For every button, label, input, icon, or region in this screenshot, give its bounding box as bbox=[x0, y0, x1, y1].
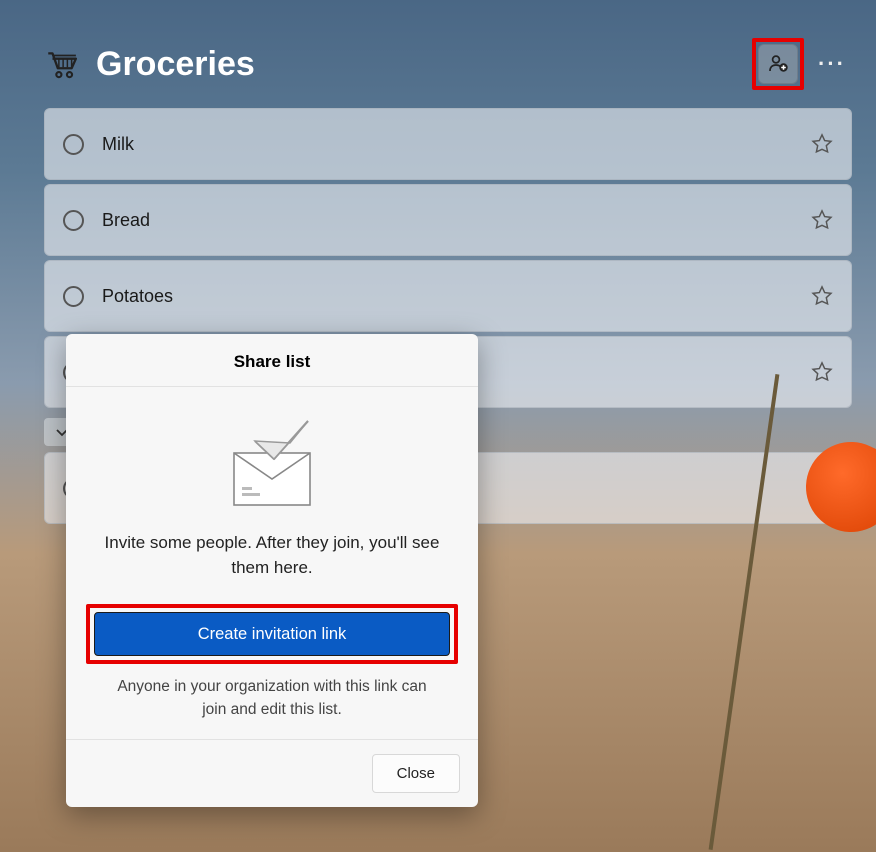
create-invitation-link-button[interactable]: Create invitation link bbox=[94, 612, 450, 656]
envelope-check-icon bbox=[220, 413, 324, 513]
task-label: Milk bbox=[102, 134, 811, 155]
list-header: Groceries ··· bbox=[0, 0, 876, 108]
header-actions: ··· bbox=[752, 38, 852, 90]
share-button[interactable] bbox=[758, 44, 798, 84]
close-button[interactable]: Close bbox=[372, 754, 460, 793]
dialog-invite-text: Invite some people. After they join, you… bbox=[86, 531, 458, 580]
task-row[interactable]: Milk bbox=[44, 108, 852, 180]
task-complete-checkbox[interactable] bbox=[63, 286, 84, 307]
task-row[interactable]: Potatoes bbox=[44, 260, 852, 332]
star-icon[interactable] bbox=[811, 361, 833, 383]
dialog-title: Share list bbox=[66, 334, 478, 387]
task-complete-checkbox[interactable] bbox=[63, 134, 84, 155]
dialog-body: Invite some people. After they join, you… bbox=[66, 387, 478, 739]
task-label: Bread bbox=[102, 210, 811, 231]
star-icon[interactable] bbox=[811, 209, 833, 231]
more-options-button[interactable]: ··· bbox=[812, 44, 852, 84]
share-button-highlight bbox=[752, 38, 804, 90]
list-title[interactable]: Groceries bbox=[96, 45, 734, 84]
app-window: Groceries ··· Milk Brea bbox=[0, 0, 876, 852]
task-complete-checkbox[interactable] bbox=[63, 210, 84, 231]
task-label: Potatoes bbox=[102, 286, 811, 307]
task-row[interactable]: Bread bbox=[44, 184, 852, 256]
create-link-highlight: Create invitation link bbox=[86, 604, 458, 664]
dialog-subtext: Anyone in your organization with this li… bbox=[86, 676, 458, 721]
star-icon[interactable] bbox=[811, 285, 833, 307]
star-icon[interactable] bbox=[811, 133, 833, 155]
person-add-icon bbox=[767, 53, 789, 75]
share-list-dialog: Share list Invite some people. After the… bbox=[66, 334, 478, 807]
dialog-footer: Close bbox=[66, 739, 478, 807]
shopping-cart-icon bbox=[44, 47, 78, 81]
